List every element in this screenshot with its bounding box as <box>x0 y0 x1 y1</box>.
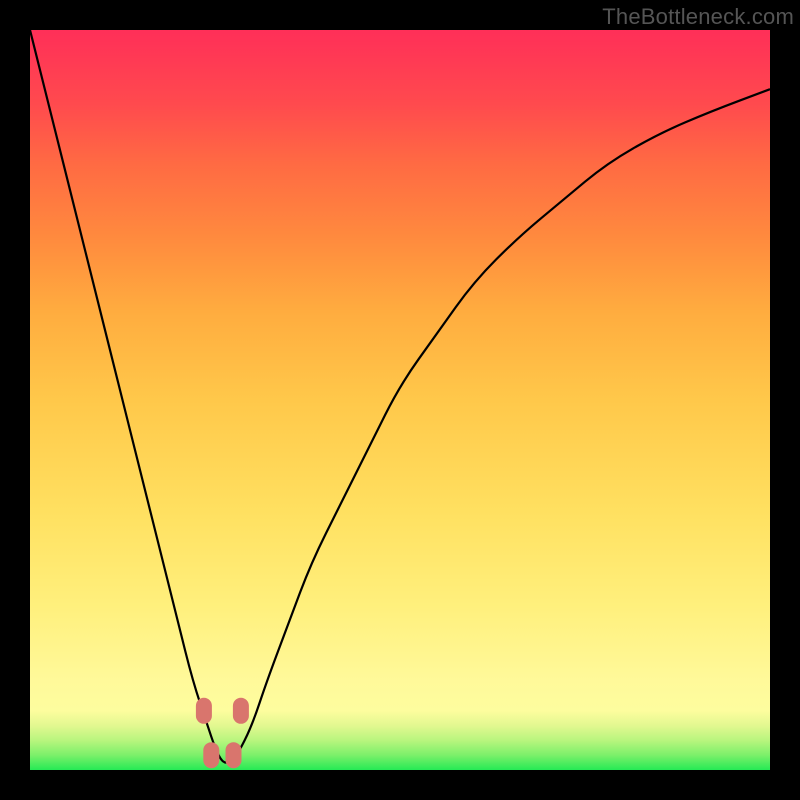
curve-markers <box>196 698 249 768</box>
chart-frame: TheBottleneck.com <box>0 0 800 800</box>
bottleneck-curve <box>30 30 770 770</box>
curve-line <box>30 30 770 763</box>
highlight-marker <box>203 742 219 768</box>
highlight-marker <box>196 698 212 724</box>
highlight-marker <box>226 742 242 768</box>
attribution-text: TheBottleneck.com <box>602 4 794 30</box>
highlight-marker <box>233 698 249 724</box>
plot-area <box>30 30 770 770</box>
